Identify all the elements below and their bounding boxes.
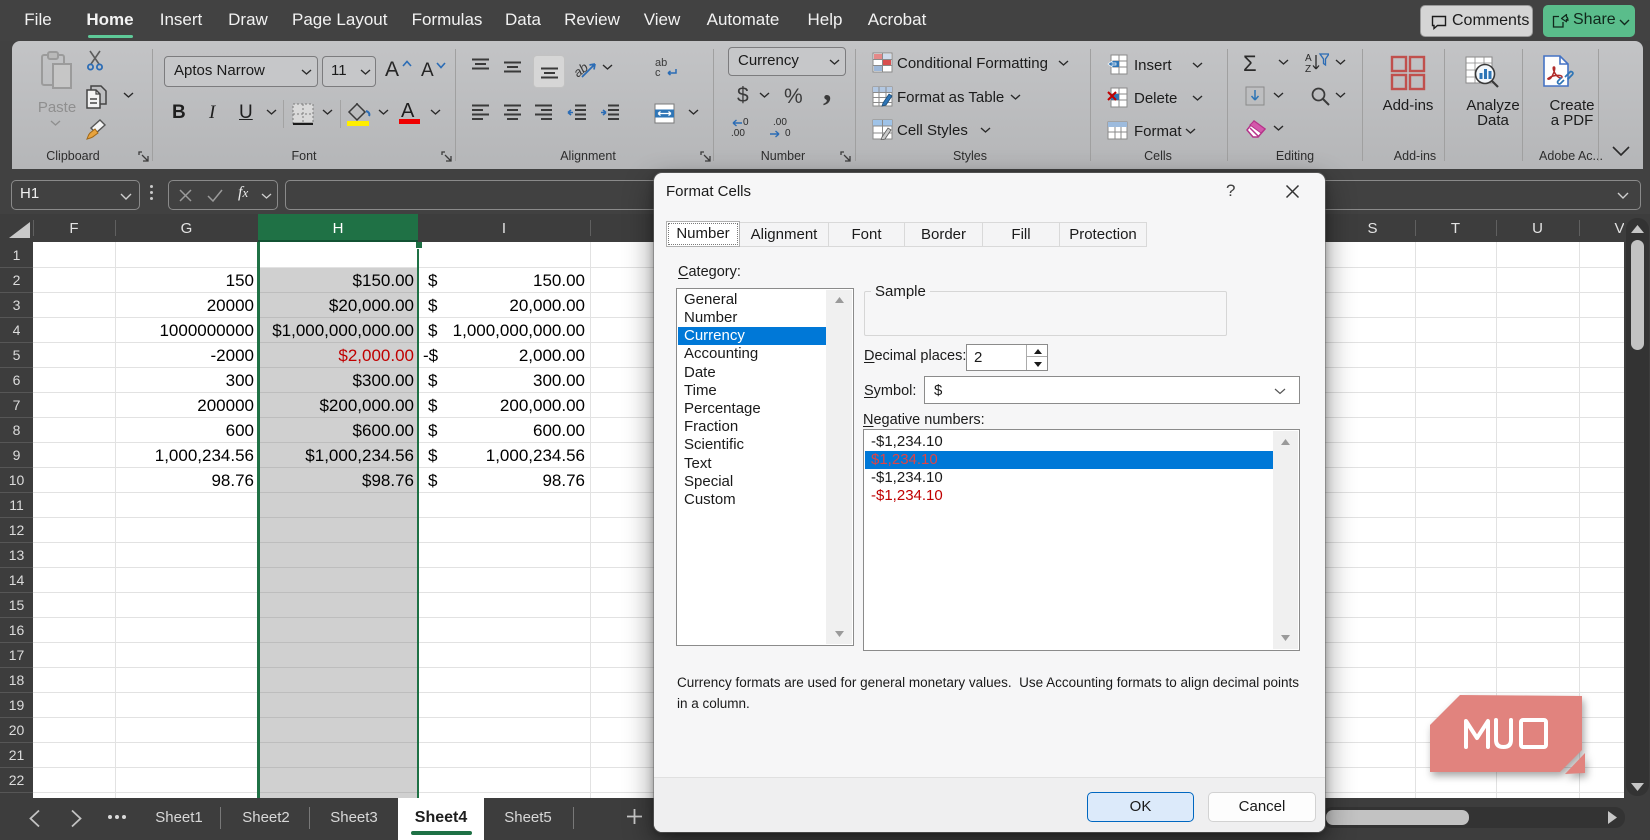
- svg-text:A: A: [1305, 53, 1312, 64]
- svg-text:Z: Z: [1305, 64, 1311, 74]
